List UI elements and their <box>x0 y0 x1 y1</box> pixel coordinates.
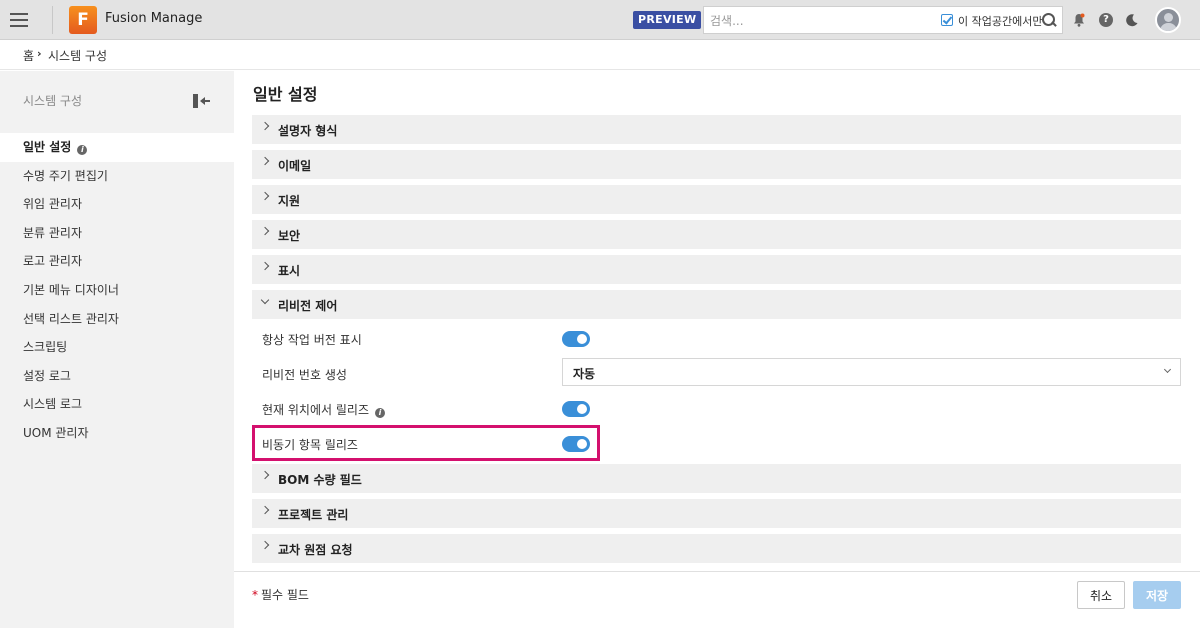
section-label: BOM 수량 필드 <box>278 473 362 487</box>
revision-number-select[interactable]: 자동 <box>562 358 1181 386</box>
sidebar-item-delegation-manager[interactable]: 위임 관리자 <box>0 190 234 219</box>
chevron-right-icon <box>260 505 270 515</box>
setting-always-show-working-version: 항상 작업 버전 표시 <box>252 321 1181 355</box>
section-support[interactable]: 지원 <box>252 185 1181 214</box>
footer: * 필수 필드 취소 저장 <box>234 571 1200 628</box>
section-label: 교차 원점 요청 <box>278 543 353 557</box>
sidebar-item-label: 분류 관리자 <box>23 225 83 240</box>
sidebar-item-label: 선택 리스트 관리자 <box>23 311 119 326</box>
sidebar-item-system-log[interactable]: 시스템 로그 <box>0 390 234 419</box>
sidebar-item-label: 시스템 로그 <box>23 397 83 412</box>
menu-icon[interactable] <box>10 13 28 27</box>
chevron-down-icon <box>1163 365 1172 374</box>
section-display[interactable]: 표시 <box>252 255 1181 284</box>
save-button[interactable]: 저장 <box>1133 581 1181 609</box>
sidebar-item-label: UOM 관리자 <box>23 425 89 440</box>
sidebar-item-setup-log[interactable]: 설정 로그 <box>0 362 234 391</box>
sidebar-item-label: 위임 관리자 <box>23 197 83 212</box>
section-label: 리비전 제어 <box>278 299 338 313</box>
sidebar-nav: 일반 설정 i 수명 주기 편집기 위임 관리자 분류 관리자 로고 관리자 기본… <box>0 133 234 448</box>
sidebar-item-label: 로고 관리자 <box>23 254 83 269</box>
breadcrumb: 홈 › 시스템 구성 <box>0 40 1200 70</box>
always-show-working-version-toggle[interactable] <box>562 331 590 347</box>
info-icon[interactable]: i <box>77 145 88 155</box>
chevron-right-icon <box>260 226 270 236</box>
setting-label: 비동기 항목 릴리즈 <box>262 438 358 452</box>
sidebar-item-classification-manager[interactable]: 분류 관리자 <box>0 219 234 248</box>
select-value: 자동 <box>573 367 596 381</box>
breadcrumb-current: 시스템 구성 <box>48 49 108 63</box>
section-label: 프로젝트 관리 <box>278 508 349 522</box>
search-input[interactable] <box>710 13 930 29</box>
app-logo[interactable]: F <box>69 6 99 36</box>
section-label: 보안 <box>278 229 301 243</box>
section-label: 표시 <box>278 264 301 278</box>
collapse-sidebar-icon[interactable] <box>193 94 211 108</box>
section-email[interactable]: 이메일 <box>252 150 1181 179</box>
preview-badge: PREVIEW <box>633 11 702 29</box>
chevron-right-icon <box>260 156 270 166</box>
info-icon[interactable]: i <box>375 408 385 418</box>
sidebar-item-picklist-manager[interactable]: 선택 리스트 관리자 <box>0 305 234 334</box>
section-revision-control[interactable]: 리비전 제어 <box>252 290 1181 319</box>
setting-async-item-release: 비동기 항목 릴리즈 <box>252 426 1181 460</box>
chevron-right-icon <box>260 470 270 480</box>
divider <box>52 6 53 34</box>
app-title[interactable]: Fusion Manage <box>105 11 202 26</box>
workspace-only-label[interactable]: 이 작업공간에서만 <box>958 13 1042 29</box>
section-descriptor-format[interactable]: 설명자 형식 <box>252 115 1181 144</box>
cancel-button[interactable]: 취소 <box>1077 581 1125 609</box>
sidebar-item-logo-manager[interactable]: 로고 관리자 <box>0 247 234 276</box>
page-title: 일반 설정 <box>253 85 318 104</box>
section-label: 지원 <box>278 194 301 208</box>
setting-release-in-place: 현재 위치에서 릴리즈 i <box>252 391 1181 425</box>
section-label: 이메일 <box>278 159 312 173</box>
chevron-right-icon <box>260 121 270 131</box>
sidebar-item-scripting[interactable]: 스크립팅 <box>0 333 234 362</box>
sidebar-item-label: 일반 설정 <box>23 140 72 154</box>
section-cross-origin-requests[interactable]: 교차 원점 요청 <box>252 534 1181 563</box>
setting-label: 현재 위치에서 릴리즈 i <box>262 401 385 418</box>
sidebar-item-label: 스크립팅 <box>23 340 68 355</box>
release-in-place-toggle[interactable] <box>562 401 590 417</box>
required-fields-note: * 필수 필드 <box>252 588 309 602</box>
sidebar-item-main-menu-designer[interactable]: 기본 메뉴 디자이너 <box>0 276 234 305</box>
main-content: 일반 설정 설명자 형식 이메일 지원 보안 표시 리비전 제어 항상 작업 버… <box>234 71 1200 571</box>
help-icon[interactable]: ? <box>1099 13 1113 27</box>
sidebar-item-lifecycle-editor[interactable]: 수명 주기 편집기 <box>0 162 234 191</box>
chevron-right-icon <box>260 261 270 271</box>
avatar[interactable] <box>1155 7 1181 33</box>
async-item-release-toggle[interactable] <box>562 436 590 452</box>
sidebar-title: 시스템 구성 <box>23 94 83 108</box>
search-icon[interactable] <box>1042 13 1056 27</box>
section-label: 설명자 형식 <box>278 124 338 138</box>
section-project-management[interactable]: 프로젝트 관리 <box>252 499 1181 528</box>
setting-revision-number-generation: 리비전 번호 생성 자동 <box>252 356 1181 390</box>
search-box: 이 작업공간에서만 <box>703 6 1063 34</box>
sidebar-item-label: 기본 메뉴 디자이너 <box>23 282 119 297</box>
section-bom-quantity-field[interactable]: BOM 수량 필드 <box>252 464 1181 493</box>
chevron-right-icon <box>260 191 270 201</box>
top-bar: F Fusion Manage PREVIEW 이 작업공간에서만 ? <box>0 0 1200 40</box>
sidebar-item-label: 수명 주기 편집기 <box>23 168 108 183</box>
sidebar-item-uom-manager[interactable]: UOM 관리자 <box>0 419 234 448</box>
section-security[interactable]: 보안 <box>252 220 1181 249</box>
workspace-only-checkbox[interactable] <box>941 14 953 26</box>
moon-icon[interactable] <box>1125 13 1139 27</box>
chevron-right-icon <box>260 540 270 550</box>
bell-icon[interactable] <box>1073 13 1085 27</box>
setting-label: 항상 작업 버전 표시 <box>262 333 362 347</box>
sidebar-item-general-settings[interactable]: 일반 설정 i <box>0 133 234 162</box>
setting-label: 리비전 번호 생성 <box>262 368 347 382</box>
breadcrumb-home[interactable]: 홈 <box>23 47 34 64</box>
sidebar-item-label: 설정 로그 <box>23 368 71 383</box>
chevron-right-icon: › <box>37 47 42 60</box>
chevron-down-icon <box>260 295 270 305</box>
sidebar: 시스템 구성 일반 설정 i 수명 주기 편집기 위임 관리자 분류 관리자 로고… <box>0 71 234 628</box>
